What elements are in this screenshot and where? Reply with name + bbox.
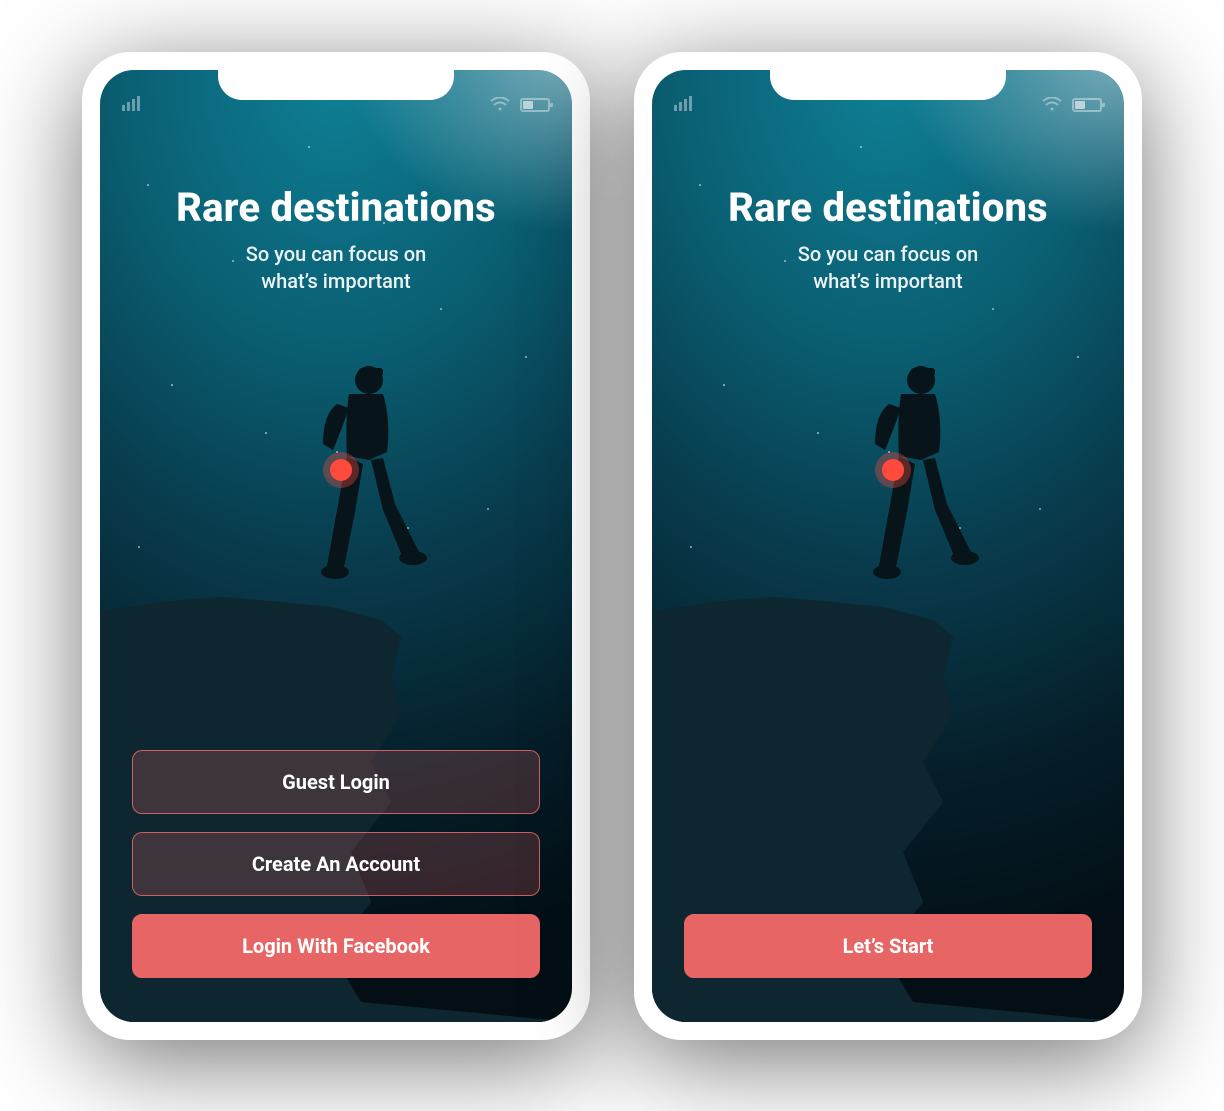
hero-title: Rare destinations <box>652 184 1124 231</box>
hiker-silhouette <box>843 360 993 590</box>
button-label: Guest Login <box>282 770 390 794</box>
hero-text: Rare destinations So you can focus on wh… <box>100 132 572 295</box>
button-label: Let’s Start <box>843 934 934 958</box>
phone-mockup-1: Rare destinations So you can focus on wh… <box>82 52 590 1040</box>
action-buttons: Guest Login Create An Account Login With… <box>100 750 572 978</box>
create-account-button[interactable]: Create An Account <box>132 832 540 896</box>
guest-login-button[interactable]: Guest Login <box>132 750 540 814</box>
button-label: Create An Account <box>252 852 420 876</box>
hiker-silhouette <box>291 360 441 590</box>
hero-subtitle: So you can focus on what’s important <box>100 241 572 295</box>
status-bar <box>100 70 572 132</box>
status-bar <box>652 70 1124 132</box>
lets-start-button[interactable]: Let’s Start <box>684 914 1092 978</box>
login-facebook-button[interactable]: Login With Facebook <box>132 914 540 978</box>
screen-login-options: Rare destinations So you can focus on wh… <box>100 70 572 1022</box>
cellular-signal-icon <box>674 95 696 115</box>
wifi-icon <box>1042 96 1062 115</box>
screen-lets-start: Rare destinations So you can focus on wh… <box>652 70 1124 1022</box>
hero-text: Rare destinations So you can focus on wh… <box>652 132 1124 295</box>
hero-title: Rare destinations <box>100 184 572 231</box>
battery-icon <box>1072 98 1102 112</box>
phone-mockup-2: Rare destinations So you can focus on wh… <box>634 52 1142 1040</box>
button-label: Login With Facebook <box>242 934 430 958</box>
action-buttons: Let’s Start <box>652 914 1124 978</box>
wifi-icon <box>490 96 510 115</box>
cellular-signal-icon <box>122 95 144 115</box>
battery-icon <box>520 98 550 112</box>
hero-subtitle: So you can focus on what’s important <box>652 241 1124 295</box>
